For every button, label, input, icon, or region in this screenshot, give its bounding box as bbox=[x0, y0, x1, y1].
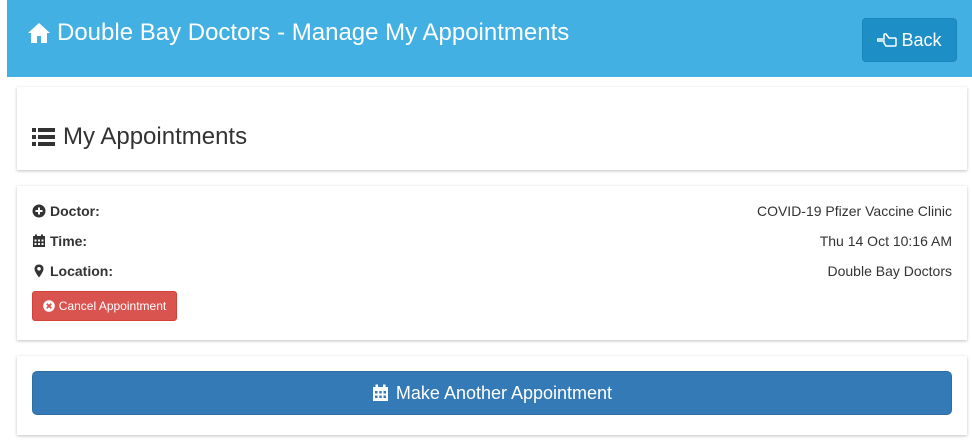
location-value: Double Bay Doctors bbox=[827, 263, 952, 279]
doctor-value: COVID-19 Pfizer Vaccine Clinic bbox=[756, 203, 952, 219]
page-title: Double Bay Doctors - Manage My Appointme… bbox=[27, 16, 569, 50]
calendar-icon bbox=[33, 234, 45, 247]
location-row: Location: Double Bay Doctors bbox=[32, 261, 952, 281]
page-header: Double Bay Doctors - Manage My Appointme… bbox=[7, 0, 972, 77]
appointment-card: Doctor: COVID-19 Pfizer Vaccine Clinic T… bbox=[17, 186, 967, 340]
location-label: Location: bbox=[32, 263, 113, 279]
home-icon bbox=[28, 23, 50, 43]
location-label-text: Location: bbox=[50, 263, 113, 279]
map-marker-icon bbox=[34, 264, 44, 278]
doctor-label-text: Doctor: bbox=[50, 203, 100, 219]
page: Double Bay Doctors - Manage My Appointme… bbox=[0, 0, 972, 441]
make-another-appointment-button[interactable]: Make Another Appointment bbox=[32, 371, 952, 415]
back-button[interactable]: Back bbox=[862, 18, 957, 62]
make-appointment-panel: Make Another Appointment bbox=[17, 356, 967, 435]
cancel-appointment-label: Cancel Appointment bbox=[58, 299, 167, 313]
section-title-text: My Appointments bbox=[63, 123, 248, 150]
time-row: Time: Thu 14 Oct 10:16 AM bbox=[32, 231, 952, 251]
plus-circle-icon bbox=[32, 204, 46, 218]
time-label-text: Time: bbox=[50, 233, 88, 249]
time-value: Thu 14 Oct 10:16 AM bbox=[819, 233, 952, 249]
make-another-appointment-label: Make Another Appointment bbox=[395, 382, 613, 403]
appointments-title-panel: My Appointments bbox=[17, 87, 967, 170]
doctor-row: Doctor: COVID-19 Pfizer Vaccine Clinic bbox=[32, 201, 952, 221]
hand-point-left-icon bbox=[877, 33, 898, 47]
back-button-label: Back bbox=[901, 29, 942, 50]
list-icon bbox=[32, 128, 55, 146]
doctor-label: Doctor: bbox=[32, 203, 100, 219]
time-label: Time: bbox=[32, 233, 87, 249]
section-title: My Appointments bbox=[32, 123, 247, 151]
cancel-appointment-button[interactable]: Cancel Appointment bbox=[32, 291, 177, 321]
calendar-icon bbox=[372, 384, 388, 401]
times-circle-icon bbox=[42, 300, 55, 312]
page-title-text: Double Bay Doctors - Manage My Appointme… bbox=[57, 19, 570, 46]
